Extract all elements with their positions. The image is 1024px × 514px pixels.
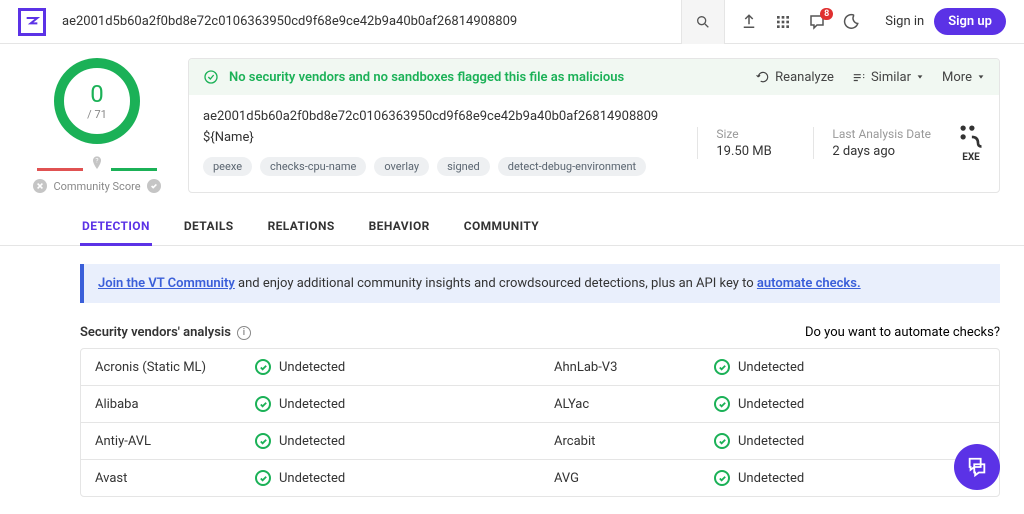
vendors-table: Acronis (Static ML)UndetectedAhnLab-V3Un… xyxy=(80,348,1000,497)
search-input[interactable] xyxy=(56,7,681,37)
tag[interactable]: detect-debug-environment xyxy=(498,157,646,176)
file-hash: ae2001d5b60a2f0bd8e72c0106363950cd9f68e9… xyxy=(203,109,683,124)
check-icon xyxy=(714,433,730,449)
vendor-row: Acronis (Static ML)UndetectedAhnLab-V3Un… xyxy=(81,349,999,385)
size-meta: Size 19.50 MB xyxy=(697,127,787,159)
score-column: 0 / 71 ? Community Score xyxy=(24,58,170,193)
vendor-status: Undetected xyxy=(700,386,999,422)
vendor-row: AlibabaUndetectedALYacUndetected xyxy=(81,385,999,422)
tag[interactable]: checks-cpu-name xyxy=(260,157,366,176)
tab-relations[interactable]: RELATIONS xyxy=(266,209,337,245)
tabs: DETECTION DETAILS RELATIONS BEHAVIOR COMMUNI… xyxy=(0,203,1024,246)
vendor-name: Acronis (Static ML) xyxy=(81,349,241,385)
tab-community[interactable]: COMMUNITY xyxy=(462,209,541,245)
community-meter: ? xyxy=(37,168,157,171)
reanalyze-button[interactable]: Reanalyze xyxy=(756,70,834,85)
tag[interactable]: peexe xyxy=(203,157,252,176)
x-icon xyxy=(33,179,47,193)
join-community-link[interactable]: Join the VT Community xyxy=(98,276,235,291)
more-button[interactable]: More xyxy=(942,70,985,85)
score-ring: 0 / 71 xyxy=(54,58,140,144)
tab-behavior[interactable]: BEHAVIOR xyxy=(367,209,432,245)
vendor-status: Undetected xyxy=(700,423,999,459)
automate-question[interactable]: Do you want to automate checks? xyxy=(805,325,1000,340)
file-type-badge: EXE xyxy=(957,122,985,163)
tag-list: peexe checks-cpu-name overlay signed detect-… xyxy=(203,157,683,176)
notification-badge: 8 xyxy=(820,8,833,20)
score-value: 0 xyxy=(90,82,104,106)
check-icon xyxy=(255,433,271,449)
check-icon xyxy=(714,359,730,375)
vendor-name: Antiy-AVL xyxy=(81,423,241,459)
check-icon xyxy=(714,396,730,412)
sign-in-link[interactable]: Sign in xyxy=(885,14,924,29)
info-icon[interactable]: i xyxy=(237,326,251,340)
tag[interactable]: signed xyxy=(437,157,490,176)
vendor-status: Undetected xyxy=(700,349,999,385)
check-icon xyxy=(714,470,730,486)
community-score-label: Community Score xyxy=(53,180,140,193)
vendor-name: Alibaba xyxy=(81,386,241,422)
vendor-name: AhnLab-V3 xyxy=(540,349,700,385)
status-banner: No security vendors and no sandboxes fla… xyxy=(189,59,999,95)
meter-pin-icon: ? xyxy=(89,154,105,172)
vendors-title: Security vendors' analysis i xyxy=(80,325,251,340)
check-icon xyxy=(255,359,271,375)
chat-fab[interactable] xyxy=(954,444,1000,490)
similar-button[interactable]: Similar xyxy=(852,70,924,85)
vendor-row: Antiy-AVLUndetectedArcabitUndetected xyxy=(81,422,999,459)
vendor-name: ALYac xyxy=(540,386,700,422)
check-icon xyxy=(255,470,271,486)
logo[interactable] xyxy=(18,8,46,36)
theme-icon[interactable] xyxy=(841,12,861,32)
date-meta: Last Analysis Date 2 days ago xyxy=(813,127,931,159)
vendor-name: Arcabit xyxy=(540,423,700,459)
vendor-name: AVG xyxy=(540,460,700,496)
vendor-status: Undetected xyxy=(241,423,540,459)
file-name: ${Name} xyxy=(203,130,683,145)
search-button[interactable] xyxy=(681,0,725,44)
chat-icon[interactable]: 8 xyxy=(807,12,827,32)
promo-banner: Join the VT Community and enjoy addition… xyxy=(80,264,1000,303)
banner-text: No security vendors and no sandboxes fla… xyxy=(229,70,624,85)
tab-detection[interactable]: DETECTION xyxy=(80,209,152,246)
score-denominator: / 71 xyxy=(87,108,107,121)
info-card: No security vendors and no sandboxes fla… xyxy=(188,58,1000,193)
tag[interactable]: overlay xyxy=(374,157,429,176)
vendor-status: Undetected xyxy=(241,349,540,385)
sign-up-button[interactable]: Sign up xyxy=(934,8,1006,35)
check-icon xyxy=(147,179,161,193)
top-bar: 8 Sign in Sign up xyxy=(0,0,1024,44)
community-score-row: Community Score xyxy=(33,179,160,193)
vendor-row: AvastUndetectedAVGUndetected xyxy=(81,459,999,496)
toolbar-icons: 8 xyxy=(725,12,875,32)
automate-checks-link[interactable]: automate checks. xyxy=(757,276,861,291)
vendor-name: Avast xyxy=(81,460,241,496)
vendor-status: Undetected xyxy=(241,386,540,422)
svg-text:?: ? xyxy=(95,156,98,164)
exe-icon xyxy=(957,122,985,150)
upload-icon[interactable] xyxy=(739,12,759,32)
check-icon xyxy=(255,396,271,412)
vendor-status: Undetected xyxy=(241,460,540,496)
tab-details[interactable]: DETAILS xyxy=(182,209,236,245)
check-circle-icon xyxy=(203,69,219,85)
grid-icon[interactable] xyxy=(773,12,793,32)
